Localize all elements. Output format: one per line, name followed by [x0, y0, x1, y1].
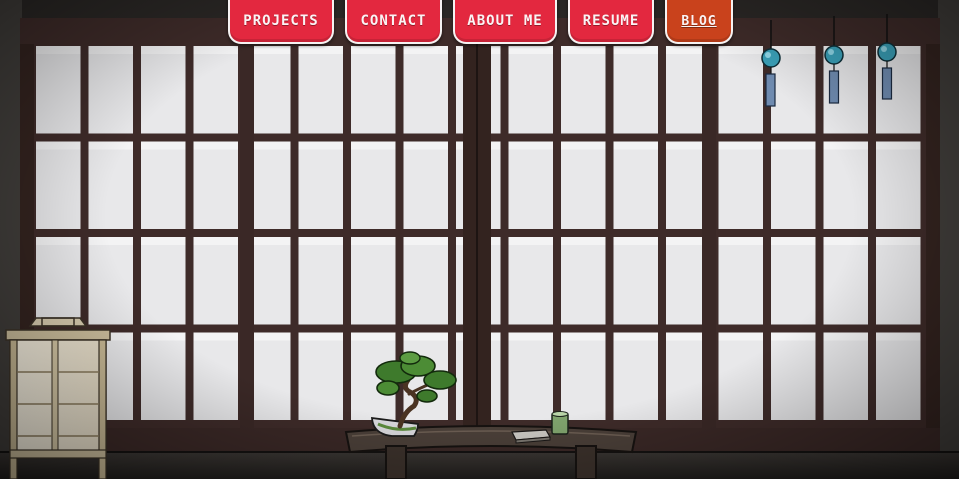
nav-label-resume: RESUME: [582, 13, 640, 29]
nav-label-blog: BLOG: [681, 13, 717, 29]
nav-label-projects: PROJECTS: [243, 13, 319, 29]
shoji-room-illustration: [0, 0, 959, 479]
japanese-room-scene: [0, 0, 959, 479]
nav-tab-about-me[interactable]: ABOUT ME: [453, 0, 557, 44]
nav-label-about-me: ABOUT ME: [467, 13, 543, 29]
nav-label-contact: CONTACT: [360, 13, 427, 29]
nav-tab-contact[interactable]: CONTACT: [345, 0, 442, 44]
nav-tab-blog[interactable]: BLOG: [665, 0, 733, 44]
tea-cup-icon: [551, 411, 569, 435]
top-navigation: PROJECTS CONTACT ABOUT ME RESUME BLOG: [0, 0, 959, 50]
floor: [0, 452, 959, 479]
nav-tab-resume[interactable]: RESUME: [568, 0, 654, 44]
paper-lantern-icon: [5, 317, 111, 479]
nav-tab-projects[interactable]: PROJECTS: [228, 0, 334, 44]
